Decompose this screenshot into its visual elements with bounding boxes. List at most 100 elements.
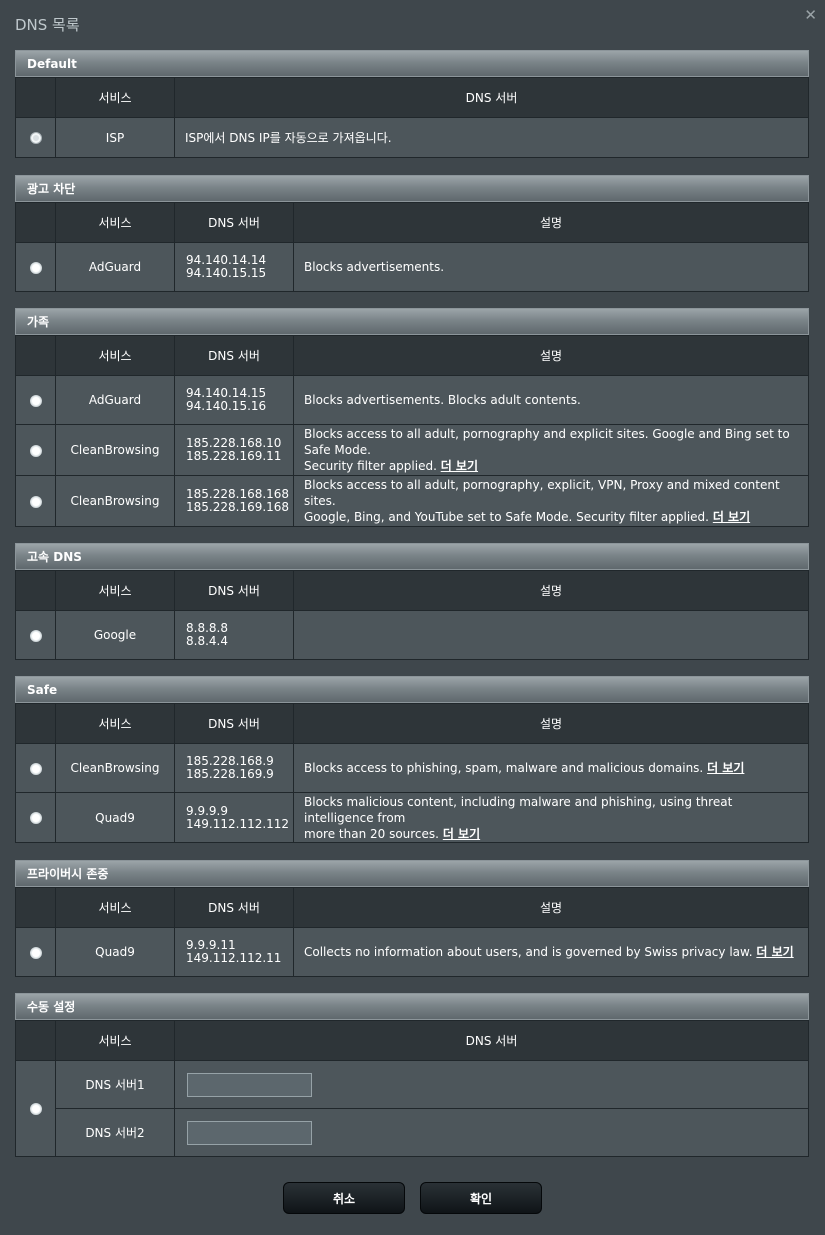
- header-dns-server: DNS 서버: [174, 887, 294, 928]
- close-icon[interactable]: ✕: [804, 6, 817, 24]
- section-title: Safe: [15, 676, 809, 703]
- service-name: DNS 서버1: [55, 1060, 175, 1109]
- dns-table: 서비스 DNS 서버 설명 AdGuard 94.140.14.14 94.140…: [15, 202, 809, 292]
- header-dns-server: DNS 서버: [174, 1020, 809, 1061]
- table-row: Google 8.8.8.8 8.8.4.4: [15, 610, 809, 660]
- dns-servers: 9.9.9.11 149.112.112.11: [174, 927, 294, 977]
- section-title: 광고 차단: [15, 175, 809, 202]
- radio-quad9-safe[interactable]: [29, 812, 42, 824]
- dns-secondary: 94.140.15.16: [186, 399, 267, 413]
- dns-server2-input[interactable]: [187, 1120, 312, 1145]
- header-radio: [15, 703, 56, 744]
- table-row: ISP ISP에서 DNS IP를 자동으로 가져옵니다.: [15, 117, 809, 158]
- radio-isp[interactable]: [29, 132, 42, 144]
- more-link[interactable]: 더 보기: [707, 761, 744, 775]
- more-link[interactable]: 더 보기: [756, 945, 793, 959]
- header-service: 서비스: [55, 570, 175, 611]
- section-title: 프라이버시 존중: [15, 860, 809, 887]
- header-service: 서비스: [55, 202, 175, 243]
- radio-adguard-family[interactable]: [29, 394, 42, 407]
- dns-table: 서비스 DNS 서버 설명 CleanBrowsing 185.228.168.…: [15, 703, 809, 843]
- service-name: Quad9: [55, 792, 175, 843]
- header-radio: [15, 570, 56, 611]
- header-radio: [15, 887, 56, 928]
- radio-cleanbrowsing-adult[interactable]: [29, 495, 42, 508]
- dns-primary: 9.9.9.9: [186, 803, 228, 818]
- ok-button[interactable]: 확인: [420, 1182, 542, 1214]
- radio-quad9-privacy[interactable]: [29, 946, 42, 959]
- description: [293, 610, 809, 660]
- dns-secondary: 185.228.169.168: [186, 500, 290, 514]
- service-name: CleanBrowsing: [55, 424, 175, 476]
- cancel-button[interactable]: 취소: [283, 1182, 405, 1214]
- description: Collects no information about users, and…: [293, 927, 809, 977]
- table-row: CleanBrowsing 185.228.168.9 185.228.169.9…: [15, 743, 809, 793]
- section-title: 수동 설정: [15, 993, 809, 1020]
- header-dns-server: DNS 서버: [174, 77, 809, 118]
- dns-secondary: 185.228.169.11: [186, 449, 282, 463]
- dns-secondary: 185.228.169.9: [186, 767, 274, 781]
- description: Blocks advertisements.: [293, 242, 809, 292]
- dns-servers: 185.228.168.10 185.228.169.11: [174, 424, 294, 476]
- section-privacy: 프라이버시 존중 서비스 DNS 서버 설명 Quad9 9.9.9.11 149…: [15, 860, 809, 977]
- section-manual: 수동 설정 서비스 DNS 서버 DNS 서버1 DNS 서버2: [15, 993, 809, 1157]
- section-title: Default: [15, 50, 809, 77]
- dns-table: 서비스 DNS 서버 설명 AdGuard 94.140.14.15 94.140…: [15, 335, 809, 527]
- service-name: ISP: [55, 117, 175, 158]
- header-dns-server: DNS 서버: [174, 703, 294, 744]
- more-link[interactable]: 더 보기: [443, 827, 480, 841]
- dns-secondary: 94.140.15.15: [186, 266, 267, 280]
- header-description: 설명: [293, 887, 809, 928]
- description: Blocks access to all adult, pornography,…: [293, 475, 809, 527]
- section-safe: Safe 서비스 DNS 서버 설명 CleanBrowsing 185.228…: [15, 676, 809, 843]
- dns-server1-input[interactable]: [187, 1072, 312, 1097]
- radio-cleanbrowsing-family[interactable]: [29, 444, 42, 457]
- service-name: AdGuard: [55, 242, 175, 292]
- service-name: Quad9: [55, 927, 175, 977]
- section-title: 고속 DNS: [15, 543, 809, 570]
- dns-table: 서비스 DNS 서버 설명 Quad9 9.9.9.11 149.112.112.…: [15, 887, 809, 977]
- header-radio: [15, 202, 56, 243]
- header-description: 설명: [293, 570, 809, 611]
- dns-secondary: 149.112.112.11: [186, 951, 282, 965]
- service-name: CleanBrowsing: [55, 475, 175, 527]
- dialog-title: DNS 목록: [15, 16, 80, 34]
- dns-servers: 8.8.8.8 8.8.4.4: [174, 610, 294, 660]
- description: Blocks access to all adult, pornography …: [293, 424, 809, 476]
- service-name: CleanBrowsing: [55, 743, 175, 793]
- header-service: 서비스: [55, 335, 175, 376]
- dns-secondary: 149.112.112.112: [186, 816, 290, 831]
- header-service: 서비스: [55, 703, 175, 744]
- table-row: Quad9 9.9.9.9 149.112.112.112 Blocks mali…: [15, 792, 809, 843]
- more-link[interactable]: 더 보기: [713, 510, 750, 524]
- dns-servers: 185.228.168.9 185.228.169.9: [174, 743, 294, 793]
- table-row: AdGuard 94.140.14.14 94.140.15.15 Blocks …: [15, 242, 809, 292]
- radio-manual[interactable]: [29, 1103, 42, 1115]
- header-description: 설명: [293, 335, 809, 376]
- section-title: 가족: [15, 308, 809, 335]
- dns-servers: 9.9.9.9 149.112.112.112: [174, 792, 294, 843]
- header-service: 서비스: [55, 887, 175, 928]
- more-link[interactable]: 더 보기: [441, 459, 478, 473]
- header-radio: [15, 1020, 56, 1061]
- radio-adguard[interactable]: [29, 261, 42, 274]
- dns-table: 서비스 DNS 서버 설명 Google 8.8.8.8 8.8.4.4: [15, 570, 809, 660]
- header-dns-server: DNS 서버: [174, 202, 294, 243]
- service-name: Google: [55, 610, 175, 660]
- table-row: Quad9 9.9.9.11 149.112.112.11 Collects no…: [15, 927, 809, 977]
- radio-google[interactable]: [29, 629, 42, 642]
- service-name: AdGuard: [55, 375, 175, 425]
- dns-secondary: 8.8.4.4: [186, 634, 228, 648]
- header-radio: [15, 335, 56, 376]
- table-row: DNS 서버2: [16, 1108, 809, 1157]
- header-service: 서비스: [55, 77, 175, 118]
- table-row: CleanBrowsing 185.228.168.10 185.228.169.…: [15, 424, 809, 476]
- section-family: 가족 서비스 DNS 서버 설명 AdGuard 94.140.14.15 94.…: [15, 308, 809, 527]
- service-name: DNS 서버2: [55, 1108, 175, 1157]
- dns-servers: 94.140.14.14 94.140.15.15: [174, 242, 294, 292]
- description: Blocks access to phishing, spam, malware…: [293, 743, 809, 793]
- table-row: AdGuard 94.140.14.15 94.140.15.16 Blocks …: [15, 375, 809, 425]
- radio-cleanbrowsing-safe[interactable]: [29, 762, 42, 775]
- header-description: 설명: [293, 703, 809, 744]
- description: Blocks advertisements. Blocks adult cont…: [293, 375, 809, 425]
